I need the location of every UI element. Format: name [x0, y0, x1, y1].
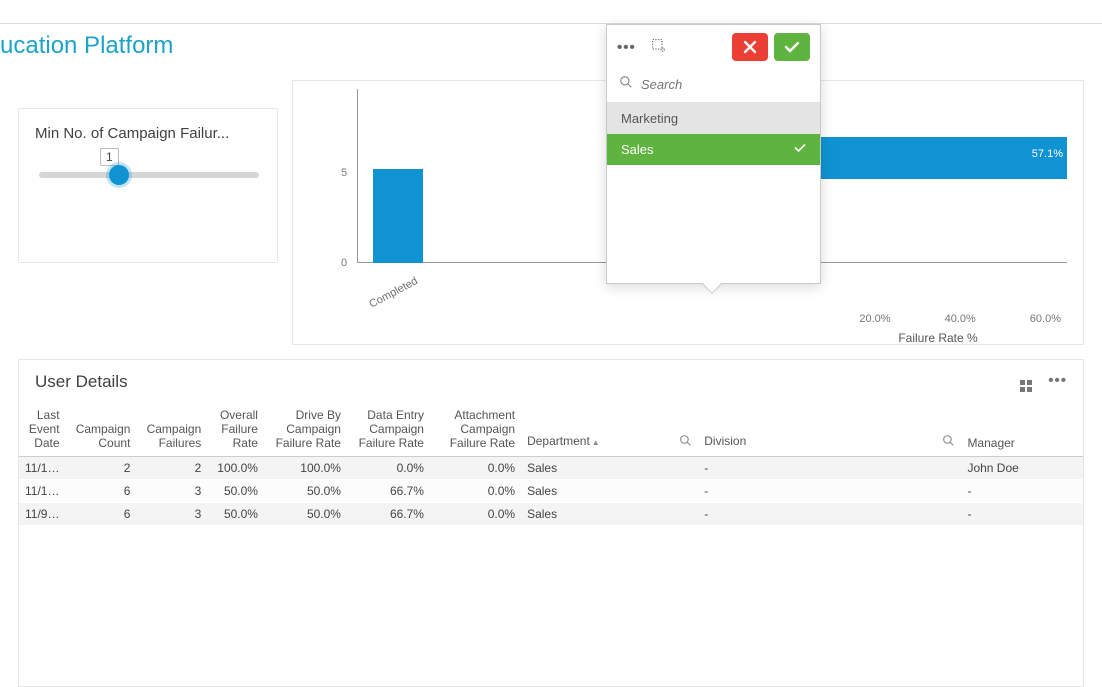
department-filter-popup: ••• Marketing [606, 24, 821, 284]
cell-c0: 11/10... [19, 480, 66, 503]
cell-c4: 50.0% [264, 480, 347, 503]
y-tick-5: 5 [341, 167, 347, 179]
more-options-icon[interactable]: ••• [617, 39, 636, 56]
col-campaign-count[interactable]: Campaign Count [66, 402, 137, 457]
slider-thumb[interactable] [109, 165, 129, 185]
cell-c8: - [698, 503, 961, 526]
user-details-table: Last Event Date Campaign Count Campaign … [19, 402, 1083, 526]
cell-c1: 6 [66, 480, 137, 503]
table-row[interactable]: 11/10...6350.0%50.0%66.7%0.0%Sales-- [19, 480, 1083, 503]
column-search-icon[interactable] [942, 434, 955, 450]
user-details-panel: User Details ••• Last Event Date Campaig… [18, 359, 1084, 687]
cell-c7: Sales [521, 503, 698, 526]
lasso-select-icon[interactable] [650, 37, 666, 57]
cell-c9: - [961, 480, 1083, 503]
x-tick-40: 40.0% [945, 313, 976, 325]
search-icon [619, 75, 633, 94]
cell-c4: 100.0% [264, 457, 347, 480]
col-attachment-failure-rate[interactable]: Attachment Campaign Failure Rate [430, 402, 521, 457]
bar-failure-rate[interactable] [812, 137, 1067, 179]
x-axis-ticks: 20.0% 40.0% 60.0% [309, 313, 1067, 325]
cell-c5: 66.7% [347, 480, 430, 503]
x-tick-60: 60.0% [1030, 313, 1061, 325]
x-tick-20: 20.0% [859, 313, 890, 325]
col-division[interactable]: Division [698, 402, 961, 457]
col-department[interactable]: Department▲ [521, 402, 698, 457]
cell-c4: 50.0% [264, 503, 347, 526]
cell-c1: 6 [66, 503, 137, 526]
col-overall-failure-rate[interactable]: Overall Failure Rate [207, 402, 264, 457]
filter-search-input[interactable] [641, 77, 819, 92]
cell-c5: 0.0% [347, 457, 430, 480]
min-failures-slider-card: Min No. of Campaign Failur... 1 [18, 108, 278, 263]
col-driveby-failure-rate[interactable]: Drive By Campaign Failure Rate [264, 402, 347, 457]
cell-c0: 11/9/... [19, 503, 66, 526]
window-top-border [0, 0, 1102, 24]
col-division-label: Division [704, 434, 746, 448]
table-row[interactable]: 11/10...22100.0%100.0%0.0%0.0%Sales-John… [19, 457, 1083, 480]
column-search-icon[interactable] [679, 434, 692, 450]
cell-c1: 2 [66, 457, 137, 480]
cell-c8: - [698, 457, 961, 480]
col-dataentry-failure-rate[interactable]: Data Entry Campaign Failure Rate [347, 402, 430, 457]
filter-option-marketing[interactable]: Marketing [607, 103, 820, 134]
filter-option-label: Marketing [621, 111, 678, 126]
slider-value: 1 [100, 148, 119, 166]
cell-c2: 3 [136, 480, 207, 503]
slider-track[interactable] [39, 172, 259, 178]
cell-c3: 50.0% [207, 503, 264, 526]
cell-c9: John Doe [961, 457, 1083, 480]
bar-completed-label: Completed [367, 275, 420, 311]
col-department-label: Department [527, 434, 590, 448]
panel-more-icon[interactable]: ••• [1048, 372, 1067, 392]
y-tick-0: 0 [341, 257, 347, 269]
filter-option-label: Sales [621, 142, 654, 157]
cell-c7: Sales [521, 480, 698, 503]
cell-c0: 11/10... [19, 457, 66, 480]
filter-confirm-button[interactable] [774, 33, 810, 61]
cell-c2: 2 [136, 457, 207, 480]
filter-option-sales[interactable]: Sales [607, 134, 820, 165]
grid-view-icon[interactable] [1020, 372, 1032, 392]
cell-c5: 66.7% [347, 503, 430, 526]
table-empty-space [19, 526, 1083, 686]
cell-c6: 0.0% [430, 457, 521, 480]
user-details-title: User Details [35, 372, 128, 392]
cell-c9: - [961, 503, 1083, 526]
cell-c6: 0.0% [430, 480, 521, 503]
cell-c7: Sales [521, 457, 698, 480]
cell-c3: 100.0% [207, 457, 264, 480]
x-axis-label: Failure Rate % [809, 331, 1067, 345]
bar-failure-rate-value: 57.1% [1032, 148, 1063, 160]
check-icon [794, 142, 806, 157]
col-campaign-failures[interactable]: Campaign Failures [136, 402, 207, 457]
col-manager[interactable]: Manager [961, 402, 1083, 457]
bar-completed[interactable] [373, 169, 423, 263]
cell-c8: - [698, 480, 961, 503]
slider-title: Min No. of Campaign Failur... [35, 125, 261, 142]
cell-c6: 0.0% [430, 503, 521, 526]
table-row[interactable]: 11/9/...6350.0%50.0%66.7%0.0%Sales-- [19, 503, 1083, 526]
sort-asc-icon: ▲ [592, 438, 600, 447]
cell-c3: 50.0% [207, 480, 264, 503]
filter-cancel-button[interactable] [732, 33, 768, 61]
chart-y-axis [357, 89, 358, 263]
cell-c2: 3 [136, 503, 207, 526]
col-last-event-date[interactable]: Last Event Date [19, 402, 66, 457]
page-title: ucation Platform [0, 24, 1102, 80]
